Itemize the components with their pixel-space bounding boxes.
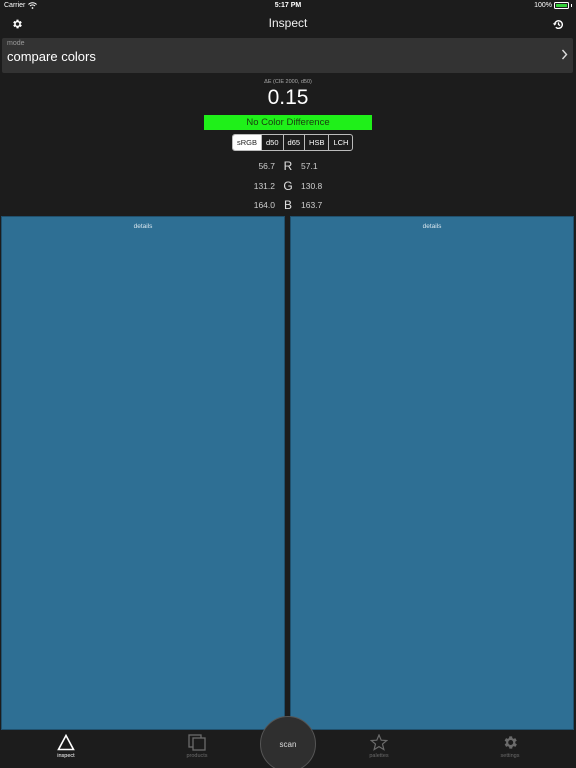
- triangle-icon: [57, 734, 75, 751]
- tab-label: products: [186, 753, 208, 759]
- delta-e-label: ΔE (CIE 2000, d50): [264, 79, 312, 85]
- channel-name: B: [283, 198, 292, 212]
- tab-label: palettes: [369, 753, 389, 759]
- scan-label: scan: [279, 740, 297, 749]
- page-title: Inspect: [268, 16, 308, 30]
- channel-row-r: 56.7 R 57.1: [0, 159, 576, 173]
- channel-right-value: 57.1: [301, 161, 318, 171]
- color-space-option-srgb[interactable]: sRGB: [233, 135, 263, 150]
- tab-products[interactable]: products: [167, 734, 227, 768]
- battery-tip: [571, 4, 572, 7]
- star-icon: [370, 734, 388, 751]
- color-space-option-hsb[interactable]: HSB: [305, 135, 330, 150]
- channel-left-value: 56.7: [258, 161, 275, 171]
- channel-left-value: 164.0: [253, 200, 275, 210]
- color-space-option-d65[interactable]: d65: [284, 135, 306, 150]
- battery-icon: [554, 2, 569, 9]
- chevron-right-icon: [561, 49, 568, 60]
- history-button[interactable]: [550, 16, 566, 32]
- channel-name: R: [283, 159, 293, 173]
- color-space-selector: sRGB d50 d65 HSB LCH: [232, 134, 354, 151]
- history-icon: [552, 19, 563, 29]
- delta-e-value: 0.15: [267, 86, 309, 109]
- battery-percent: 100%: [534, 2, 552, 9]
- channel-name: G: [283, 179, 293, 193]
- gear-icon: [504, 736, 517, 749]
- left-color-swatch[interactable]: details: [1, 216, 285, 730]
- tab-label: settings: [500, 753, 520, 759]
- status-right: 100%: [534, 2, 572, 9]
- navigation-bar: Inspect: [0, 12, 576, 36]
- channel-right-value: 130.8: [301, 181, 323, 191]
- swatch-details-label[interactable]: details: [2, 223, 284, 230]
- color-space-option-lch[interactable]: LCH: [329, 135, 352, 150]
- scan-button[interactable]: scan: [260, 716, 316, 768]
- channel-row-b: 164.0 B 163.7: [0, 198, 576, 212]
- mode-value: compare colors: [7, 49, 96, 64]
- status-time: 5:17 PM: [274, 2, 302, 9]
- battery-level: [556, 4, 567, 7]
- mode-selector[interactable]: mode compare colors: [2, 38, 573, 73]
- mode-label: mode: [7, 40, 25, 47]
- tab-settings[interactable]: settings: [480, 734, 540, 768]
- swatch-details-label[interactable]: details: [291, 223, 573, 230]
- status-bar: Carrier 5:17 PM 100%: [0, 0, 576, 12]
- right-color-swatch[interactable]: details: [290, 216, 574, 730]
- color-space-option-d50[interactable]: d50: [262, 135, 284, 150]
- channel-right-value: 163.7: [301, 200, 323, 210]
- tab-palettes[interactable]: palettes: [349, 734, 409, 768]
- color-difference-verdict: No Color Difference: [204, 115, 372, 130]
- tab-label: inspect: [57, 753, 75, 759]
- channel-left-value: 131.2: [253, 181, 275, 191]
- tab-inspect[interactable]: inspect: [36, 734, 96, 768]
- channel-row-g: 131.2 G 130.8: [0, 179, 576, 193]
- stack-icon: [188, 734, 206, 751]
